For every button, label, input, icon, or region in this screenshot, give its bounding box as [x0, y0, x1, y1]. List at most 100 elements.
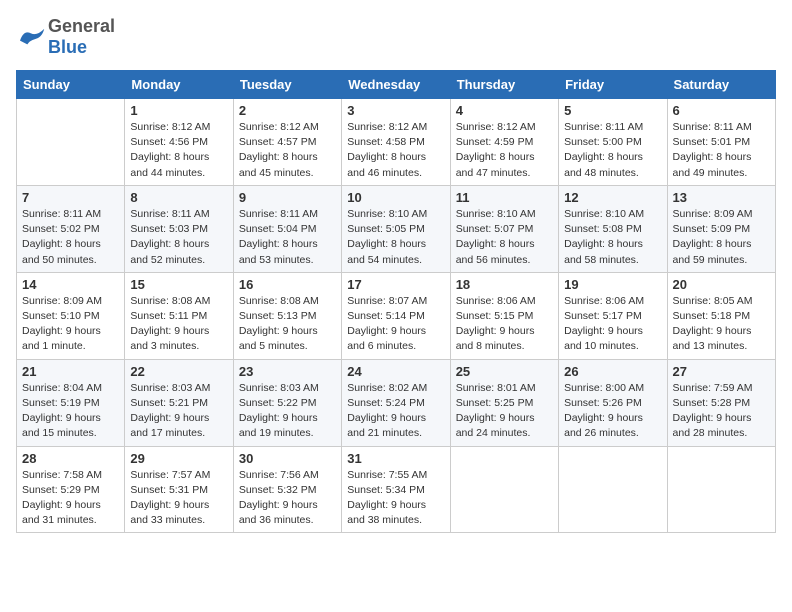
day-info: Sunrise: 8:04 AMSunset: 5:19 PMDaylight:…: [22, 381, 119, 442]
calendar-cell: 12 Sunrise: 8:10 AMSunset: 5:08 PMDaylig…: [559, 185, 667, 272]
calendar-cell: 27 Sunrise: 7:59 AMSunset: 5:28 PMDaylig…: [667, 359, 775, 446]
day-info: Sunrise: 8:09 AMSunset: 5:10 PMDaylight:…: [22, 294, 119, 355]
day-info: Sunrise: 8:03 AMSunset: 5:22 PMDaylight:…: [239, 381, 336, 442]
day-number: 25: [456, 364, 553, 379]
logo: General Blue: [16, 16, 115, 58]
day-number: 16: [239, 277, 336, 292]
calendar-cell: 3 Sunrise: 8:12 AMSunset: 4:58 PMDayligh…: [342, 99, 450, 186]
day-number: 15: [130, 277, 227, 292]
calendar-cell: 30 Sunrise: 7:56 AMSunset: 5:32 PMDaylig…: [233, 446, 341, 533]
calendar-cell: 31 Sunrise: 7:55 AMSunset: 5:34 PMDaylig…: [342, 446, 450, 533]
day-number: 22: [130, 364, 227, 379]
day-number: 28: [22, 451, 119, 466]
day-info: Sunrise: 8:12 AMSunset: 4:57 PMDaylight:…: [239, 120, 336, 181]
calendar-cell: 23 Sunrise: 8:03 AMSunset: 5:22 PMDaylig…: [233, 359, 341, 446]
calendar-cell: 26 Sunrise: 8:00 AMSunset: 5:26 PMDaylig…: [559, 359, 667, 446]
day-number: 4: [456, 103, 553, 118]
day-number: 9: [239, 190, 336, 205]
calendar-cell: 13 Sunrise: 8:09 AMSunset: 5:09 PMDaylig…: [667, 185, 775, 272]
calendar-week-3: 14 Sunrise: 8:09 AMSunset: 5:10 PMDaylig…: [17, 272, 776, 359]
day-number: 21: [22, 364, 119, 379]
calendar-cell: 21 Sunrise: 8:04 AMSunset: 5:19 PMDaylig…: [17, 359, 125, 446]
day-header-monday: Monday: [125, 71, 233, 99]
day-number: 10: [347, 190, 444, 205]
day-info: Sunrise: 8:03 AMSunset: 5:21 PMDaylight:…: [130, 381, 227, 442]
calendar-cell: 5 Sunrise: 8:11 AMSunset: 5:00 PMDayligh…: [559, 99, 667, 186]
calendar-cell: 4 Sunrise: 8:12 AMSunset: 4:59 PMDayligh…: [450, 99, 558, 186]
day-info: Sunrise: 8:12 AMSunset: 4:59 PMDaylight:…: [456, 120, 553, 181]
calendar-cell: [667, 446, 775, 533]
day-number: 8: [130, 190, 227, 205]
day-number: 14: [22, 277, 119, 292]
calendar-cell: [450, 446, 558, 533]
calendar-week-2: 7 Sunrise: 8:11 AMSunset: 5:02 PMDayligh…: [17, 185, 776, 272]
day-number: 29: [130, 451, 227, 466]
day-info: Sunrise: 8:06 AMSunset: 5:17 PMDaylight:…: [564, 294, 661, 355]
day-header-thursday: Thursday: [450, 71, 558, 99]
day-info: Sunrise: 8:11 AMSunset: 5:02 PMDaylight:…: [22, 207, 119, 268]
calendar-week-1: 1 Sunrise: 8:12 AMSunset: 4:56 PMDayligh…: [17, 99, 776, 186]
day-header-saturday: Saturday: [667, 71, 775, 99]
day-number: 23: [239, 364, 336, 379]
calendar-cell: 25 Sunrise: 8:01 AMSunset: 5:25 PMDaylig…: [450, 359, 558, 446]
day-info: Sunrise: 7:57 AMSunset: 5:31 PMDaylight:…: [130, 468, 227, 529]
calendar-cell: 1 Sunrise: 8:12 AMSunset: 4:56 PMDayligh…: [125, 99, 233, 186]
day-info: Sunrise: 8:01 AMSunset: 5:25 PMDaylight:…: [456, 381, 553, 442]
day-info: Sunrise: 8:06 AMSunset: 5:15 PMDaylight:…: [456, 294, 553, 355]
day-info: Sunrise: 8:11 AMSunset: 5:03 PMDaylight:…: [130, 207, 227, 268]
day-header-wednesday: Wednesday: [342, 71, 450, 99]
calendar-week-4: 21 Sunrise: 8:04 AMSunset: 5:19 PMDaylig…: [17, 359, 776, 446]
calendar-week-5: 28 Sunrise: 7:58 AMSunset: 5:29 PMDaylig…: [17, 446, 776, 533]
calendar-cell: 14 Sunrise: 8:09 AMSunset: 5:10 PMDaylig…: [17, 272, 125, 359]
day-number: 17: [347, 277, 444, 292]
day-info: Sunrise: 8:10 AMSunset: 5:08 PMDaylight:…: [564, 207, 661, 268]
day-number: 24: [347, 364, 444, 379]
calendar-cell: 17 Sunrise: 8:07 AMSunset: 5:14 PMDaylig…: [342, 272, 450, 359]
day-info: Sunrise: 8:10 AMSunset: 5:05 PMDaylight:…: [347, 207, 444, 268]
day-header-tuesday: Tuesday: [233, 71, 341, 99]
calendar-body: 1 Sunrise: 8:12 AMSunset: 4:56 PMDayligh…: [17, 99, 776, 533]
day-info: Sunrise: 8:12 AMSunset: 4:56 PMDaylight:…: [130, 120, 227, 181]
day-header-friday: Friday: [559, 71, 667, 99]
calendar-cell: 18 Sunrise: 8:06 AMSunset: 5:15 PMDaylig…: [450, 272, 558, 359]
day-number: 27: [673, 364, 770, 379]
day-info: Sunrise: 8:00 AMSunset: 5:26 PMDaylight:…: [564, 381, 661, 442]
day-info: Sunrise: 7:56 AMSunset: 5:32 PMDaylight:…: [239, 468, 336, 529]
day-number: 2: [239, 103, 336, 118]
calendar-cell: 20 Sunrise: 8:05 AMSunset: 5:18 PMDaylig…: [667, 272, 775, 359]
calendar-cell: 29 Sunrise: 7:57 AMSunset: 5:31 PMDaylig…: [125, 446, 233, 533]
calendar-cell: 24 Sunrise: 8:02 AMSunset: 5:24 PMDaylig…: [342, 359, 450, 446]
day-info: Sunrise: 7:58 AMSunset: 5:29 PMDaylight:…: [22, 468, 119, 529]
day-info: Sunrise: 8:08 AMSunset: 5:11 PMDaylight:…: [130, 294, 227, 355]
day-info: Sunrise: 8:02 AMSunset: 5:24 PMDaylight:…: [347, 381, 444, 442]
calendar-header: SundayMondayTuesdayWednesdayThursdayFrid…: [17, 71, 776, 99]
day-number: 1: [130, 103, 227, 118]
calendar-cell: 7 Sunrise: 8:11 AMSunset: 5:02 PMDayligh…: [17, 185, 125, 272]
day-info: Sunrise: 7:55 AMSunset: 5:34 PMDaylight:…: [347, 468, 444, 529]
day-number: 20: [673, 277, 770, 292]
day-info: Sunrise: 8:07 AMSunset: 5:14 PMDaylight:…: [347, 294, 444, 355]
day-number: 6: [673, 103, 770, 118]
day-info: Sunrise: 8:08 AMSunset: 5:13 PMDaylight:…: [239, 294, 336, 355]
day-info: Sunrise: 8:11 AMSunset: 5:04 PMDaylight:…: [239, 207, 336, 268]
day-info: Sunrise: 7:59 AMSunset: 5:28 PMDaylight:…: [673, 381, 770, 442]
day-number: 11: [456, 190, 553, 205]
calendar-cell: 28 Sunrise: 7:58 AMSunset: 5:29 PMDaylig…: [17, 446, 125, 533]
calendar-cell: 19 Sunrise: 8:06 AMSunset: 5:17 PMDaylig…: [559, 272, 667, 359]
calendar-cell: 10 Sunrise: 8:10 AMSunset: 5:05 PMDaylig…: [342, 185, 450, 272]
logo-text: General Blue: [48, 16, 115, 58]
day-number: 18: [456, 277, 553, 292]
day-number: 13: [673, 190, 770, 205]
calendar-table: SundayMondayTuesdayWednesdayThursdayFrid…: [16, 70, 776, 533]
day-info: Sunrise: 8:11 AMSunset: 5:01 PMDaylight:…: [673, 120, 770, 181]
calendar-cell: 22 Sunrise: 8:03 AMSunset: 5:21 PMDaylig…: [125, 359, 233, 446]
calendar-cell: 9 Sunrise: 8:11 AMSunset: 5:04 PMDayligh…: [233, 185, 341, 272]
day-number: 19: [564, 277, 661, 292]
day-number: 3: [347, 103, 444, 118]
calendar-cell: 15 Sunrise: 8:08 AMSunset: 5:11 PMDaylig…: [125, 272, 233, 359]
day-header-sunday: Sunday: [17, 71, 125, 99]
calendar-cell: 8 Sunrise: 8:11 AMSunset: 5:03 PMDayligh…: [125, 185, 233, 272]
day-info: Sunrise: 8:11 AMSunset: 5:00 PMDaylight:…: [564, 120, 661, 181]
calendar-cell: [17, 99, 125, 186]
day-number: 31: [347, 451, 444, 466]
